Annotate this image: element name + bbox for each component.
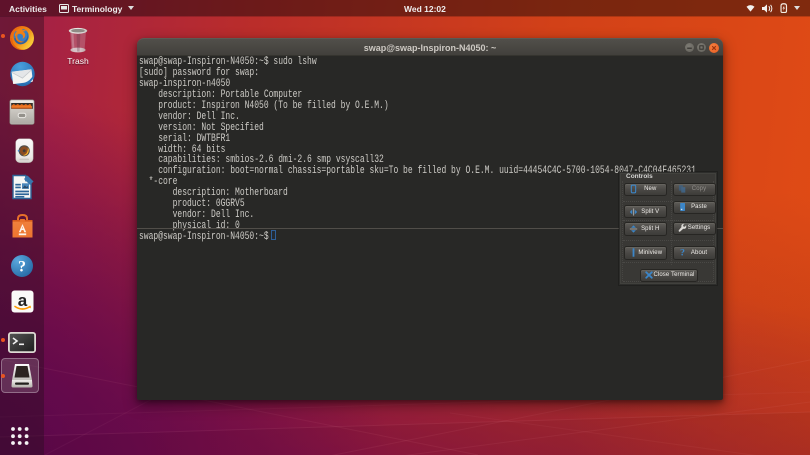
svg-text:?: ? [680,248,685,258]
svg-text:a: a [17,291,27,310]
svg-text:?: ? [18,259,26,276]
